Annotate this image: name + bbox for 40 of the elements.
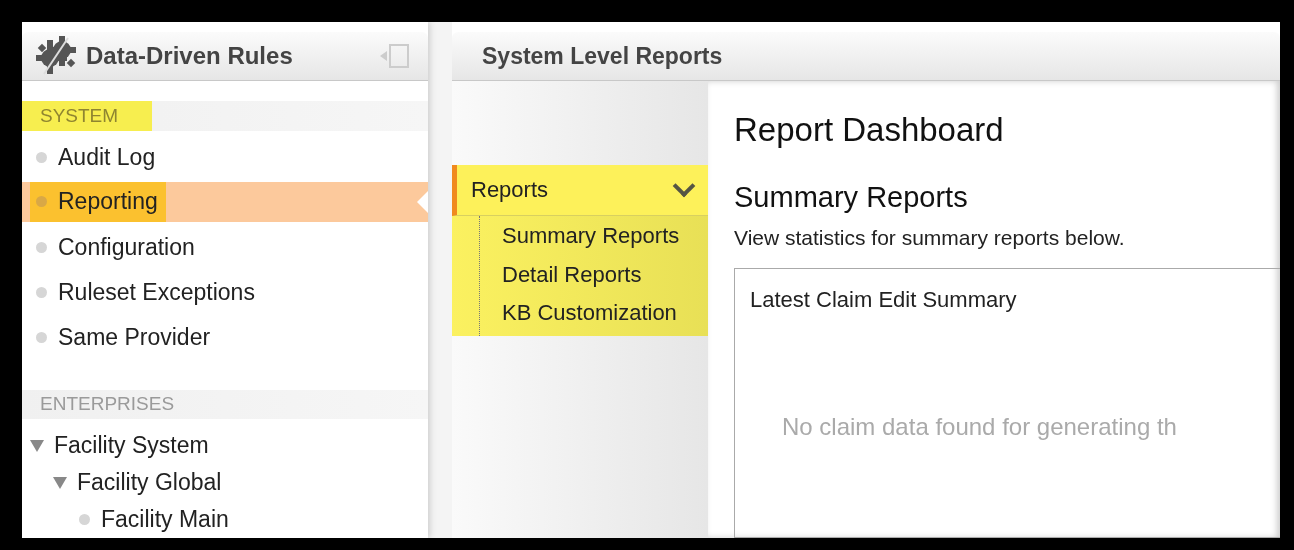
nav-item[interactable]: Ruleset Exceptions (22, 269, 428, 315)
bullet-icon (36, 331, 47, 343)
bullet-icon (36, 151, 47, 163)
nav-item[interactable]: Reporting (22, 181, 428, 222)
page-title: System Level Reports (482, 42, 723, 70)
section-heading: Summary Reports (734, 181, 969, 214)
empty-message: No claim data found for generating th (782, 413, 1178, 441)
submenu-title: Reports (471, 177, 549, 203)
description-text: View statistics for summary reports below. (734, 226, 1126, 250)
tree-item-label: Facility Main (101, 506, 229, 533)
tree-item-label: Facility System (54, 432, 209, 459)
card-title: Latest Claim Edit Summary (750, 287, 1018, 313)
pointer-icon (417, 190, 428, 213)
gears-logo-icon (36, 36, 76, 76)
nav-item-label: Ruleset Exceptions (58, 278, 255, 306)
tree-item-label: Facility Global (77, 469, 222, 496)
submenu-item[interactable]: Detail Reports (480, 260, 682, 290)
tree-item[interactable]: Facility Main (22, 501, 428, 538)
bullet-icon (36, 286, 47, 298)
section-label: ENTERPRISES (39, 392, 176, 417)
nav-item-label: Reporting (58, 188, 158, 215)
nav-item-label: Same Provider (58, 323, 211, 351)
dashboard-heading: Report Dashboard (734, 111, 1005, 149)
expand-triangle-icon[interactable] (30, 439, 44, 452)
nav-item-label: Audit Log (58, 143, 156, 171)
section-label: SYSTEM (22, 101, 153, 131)
bullet-icon (36, 196, 47, 207)
bullet-icon (79, 514, 90, 525)
tree-item[interactable]: Facility System (22, 427, 428, 464)
sidebar-title: Data-Driven Rules (86, 42, 294, 70)
submenu-item[interactable]: Summary Reports (480, 222, 682, 251)
nav-item[interactable]: Audit Log (22, 134, 428, 180)
nav-item[interactable]: Same Provider (22, 314, 428, 360)
submenu-item[interactable]: KB Customization (480, 299, 682, 328)
bullet-icon (36, 241, 47, 253)
nav-item[interactable]: Configuration (22, 224, 428, 270)
tree-item[interactable]: Facility Global (22, 464, 428, 501)
nav-item-label: Configuration (58, 233, 195, 261)
expand-triangle-icon[interactable] (53, 476, 67, 489)
submenu-header[interactable]: Reports (452, 165, 708, 216)
